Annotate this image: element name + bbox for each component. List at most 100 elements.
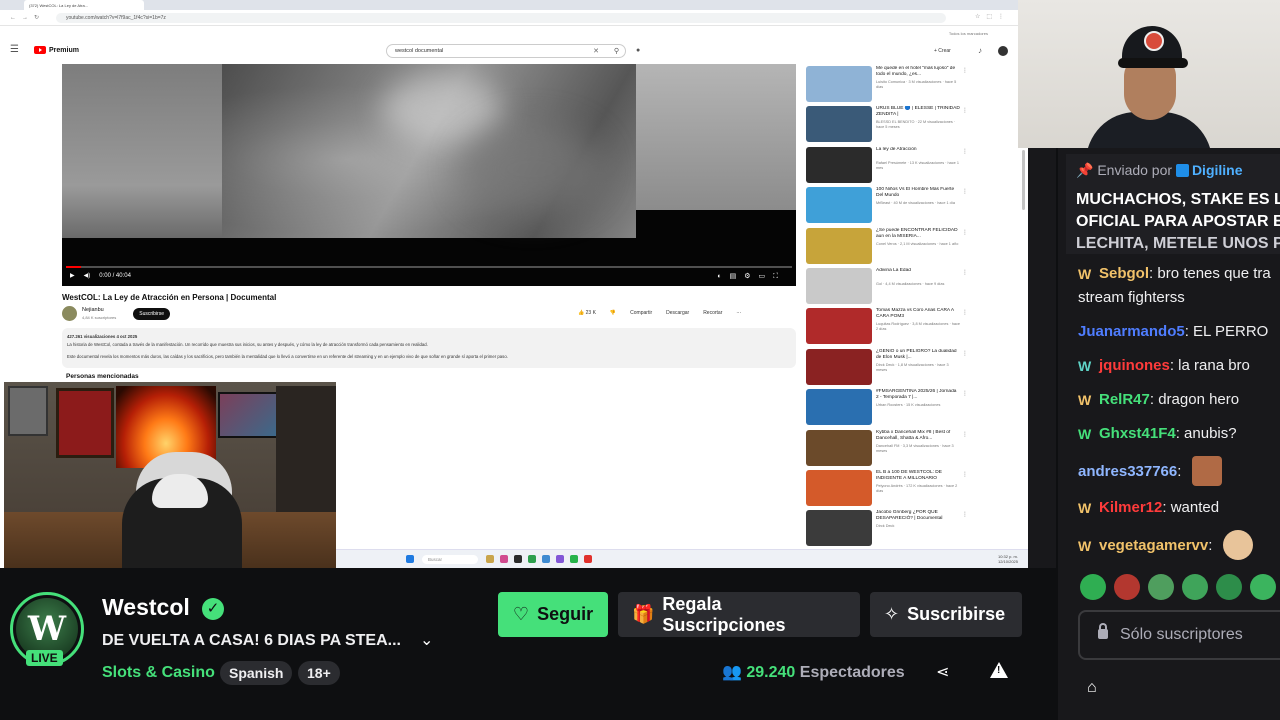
related-video[interactable]: ¿Se puede ENCONTRAR FELICIDAD aun en la … [806, 226, 971, 266]
emote-icon[interactable] [1080, 574, 1106, 600]
related-thumbnail[interactable] [806, 348, 872, 385]
windows-start-icon[interactable] [406, 555, 414, 563]
gift-subs-button[interactable]: 🎁 Regala Suscripciones [618, 592, 860, 637]
related-title[interactable]: ¿GENIO o un PELIGRO? La dualidad de Elon… [876, 349, 960, 361]
more-icon[interactable]: ⋮ [962, 511, 968, 518]
video-player[interactable]: ▶ ◀) 0:00 / 40:04 ◐▤⚙▭⛶ [62, 64, 796, 286]
related-video[interactable]: URUS BLUE 🔵 | ELESSE | TRINIDAD ZENDITA … [806, 104, 971, 144]
taskbar-app-icon[interactable] [584, 555, 592, 563]
tag-language[interactable]: Spanish [220, 661, 293, 685]
emote-icon[interactable] [1250, 574, 1276, 600]
emote-icon[interactable] [1114, 574, 1140, 600]
chat-username[interactable]: vegetagamervv [1099, 537, 1208, 554]
related-thumbnail[interactable] [806, 267, 872, 304]
channel-avatar[interactable] [62, 306, 77, 321]
more-icon[interactable]: ⋮ [962, 188, 968, 195]
taskbar-app-icon[interactable] [570, 555, 578, 563]
more-icon[interactable]: ⋮ [962, 269, 968, 276]
more-icon[interactable]: ⋮ [962, 229, 968, 236]
youtube-logo[interactable]: Premium [34, 46, 79, 54]
related-thumbnail[interactable] [806, 66, 872, 102]
pinned-user[interactable]: Digiline [1192, 162, 1243, 178]
related-video[interactable]: EL B a 100 DE WESTCOL: DE INDIGENTE A MI… [806, 468, 971, 508]
related-video[interactable]: ¿GENIO o un PELIGRO? La dualidad de Elon… [806, 347, 971, 387]
related-video[interactable]: Me quedé en el hotel "más lujoso" de tod… [806, 64, 971, 104]
play-icon[interactable]: ▶ [70, 272, 75, 279]
like-button[interactable]: 👍 23 K [578, 310, 596, 316]
yt-subscribe-button[interactable]: Suscribirse [133, 307, 170, 320]
related-video[interactable]: La ley de Atracción Rafael Presúmete · 13… [806, 145, 971, 185]
emote-icon[interactable] [1182, 574, 1208, 600]
more-icon[interactable]: ⋮ [962, 309, 968, 316]
related-title[interactable]: #FMSARGENTINA 2025/26 | Jornada 2 - Temp… [876, 389, 960, 401]
related-thumbnail[interactable] [806, 389, 872, 426]
browser-extension-icons[interactable]: ☆⬚⋮ [975, 13, 1010, 20]
browser-tab[interactable]: (372) WestCOL: La Ley de Atra... [24, 0, 144, 10]
chat-username[interactable]: Sebgol [1099, 265, 1149, 282]
related-video[interactable]: Jacobo Grinberg ¿POR QUÉ DESAPARECIÓ? | … [806, 508, 971, 548]
taskbar-app-icon[interactable] [514, 555, 522, 563]
more-icon[interactable]: ⋮ [962, 471, 968, 478]
related-thumbnail[interactable] [806, 469, 872, 506]
more-icon[interactable]: ⋮ [962, 107, 968, 114]
related-title[interactable]: La ley de Atracción [876, 147, 960, 153]
clear-icon[interactable]: ✕ [593, 47, 599, 55]
related-title[interactable]: Jacobo Grinberg ¿POR QUÉ DESAPARECIÓ? | … [876, 510, 960, 522]
related-video[interactable]: Tomas Mazza vs Coro Arias CARA A CARA PO… [806, 306, 971, 346]
clip-button[interactable]: Recortar [703, 310, 722, 316]
follow-button[interactable]: ♡ Seguir [498, 592, 608, 637]
video-progress-bar[interactable] [66, 266, 792, 268]
mic-icon[interactable]: ● [636, 47, 640, 54]
related-title[interactable]: Me quedé en el hotel "más lujoso" de tod… [876, 66, 960, 78]
address-bar[interactable]: youtube.com/watch?v=l7f9ac_1f4c?si=1b=7z [56, 13, 946, 23]
more-icon[interactable]: ⋮ [962, 67, 968, 74]
bell-icon[interactable]: ♪ [978, 46, 982, 55]
related-thumbnail[interactable] [806, 308, 872, 345]
channel-info[interactable]: Nejianbu 4,84 K suscriptores [82, 307, 116, 321]
dislike-icon[interactable]: 👎 [610, 310, 616, 316]
account-avatar[interactable] [998, 46, 1008, 56]
bookmarks-label[interactable]: Todos los marcadores [949, 31, 988, 36]
related-thumbnail[interactable] [806, 429, 872, 466]
related-thumbnail[interactable] [806, 106, 872, 143]
related-title[interactable]: URUS BLUE 🔵 | ELESSE | TRINIDAD ZENDITA … [876, 106, 960, 118]
store-icon[interactable]: ⌂ [1087, 679, 1105, 697]
chat-username[interactable]: jquinones [1099, 357, 1170, 374]
related-thumbnail[interactable] [806, 227, 872, 264]
chat-input[interactable]: Sólo suscriptores [1078, 610, 1280, 660]
related-video[interactable]: Adivina La Edad Gol · 4,4 M visualizacion… [806, 266, 971, 306]
more-icon[interactable]: ⋮ [962, 350, 968, 357]
more-icon[interactable]: ⋯ [736, 310, 741, 316]
more-icon[interactable]: ⋮ [962, 390, 968, 397]
youtube-search-input[interactable]: westcol documental ✕ ⚲ [386, 44, 626, 58]
player-settings-icons[interactable]: ◐▤⚙▭⛶ [717, 272, 786, 281]
related-thumbnail[interactable] [806, 510, 872, 547]
emote-icon[interactable] [1216, 574, 1242, 600]
taskbar-search[interactable]: Buscar [422, 555, 478, 564]
hamburger-menu-icon[interactable]: ☰ [10, 44, 19, 55]
related-thumbnail[interactable] [806, 146, 872, 183]
report-icon[interactable] [990, 662, 1008, 678]
taskbar-app-icon[interactable] [486, 555, 494, 563]
volume-icon[interactable]: ◀) [84, 272, 91, 279]
stream-category[interactable]: Slots & Casino [102, 664, 215, 682]
chat-username[interactable]: RelR47 [1099, 391, 1150, 408]
related-title[interactable]: Kybba x Dancehall Mix #8 | Best of Dance… [876, 430, 960, 442]
more-icon[interactable]: ⋮ [962, 148, 968, 155]
pinned-message[interactable]: 📌 Enviado por Digiline MUCHACHOS, STAKE … [1066, 154, 1280, 254]
related-title[interactable]: ¿Se puede ENCONTRAR FELICIDAD aun en la … [876, 228, 960, 240]
related-video[interactable]: 100 Niños Vs El Hombre Más Fuerte Del Mu… [806, 185, 971, 225]
tag-age[interactable]: 18+ [298, 661, 340, 685]
chat-username[interactable]: andres337766 [1078, 463, 1177, 480]
chat-username[interactable]: Ghxst41F4 [1099, 425, 1176, 442]
chat-username[interactable]: Juanarmando5 [1078, 323, 1185, 340]
download-button[interactable]: Descargar [666, 310, 689, 316]
taskbar-app-icon[interactable] [528, 555, 536, 563]
related-title[interactable]: EL B a 100 DE WESTCOL: DE INDIGENTE A MI… [876, 470, 960, 482]
more-icon[interactable]: ⋮ [962, 431, 968, 438]
share-button[interactable]: Compartir [630, 310, 652, 316]
related-video[interactable]: #FMSARGENTINA 2025/26 | Jornada 2 - Temp… [806, 387, 971, 427]
create-button[interactable]: + Crear [934, 48, 951, 54]
streamer-name[interactable]: Westcol [102, 594, 190, 621]
scrollbar[interactable] [1022, 150, 1025, 210]
